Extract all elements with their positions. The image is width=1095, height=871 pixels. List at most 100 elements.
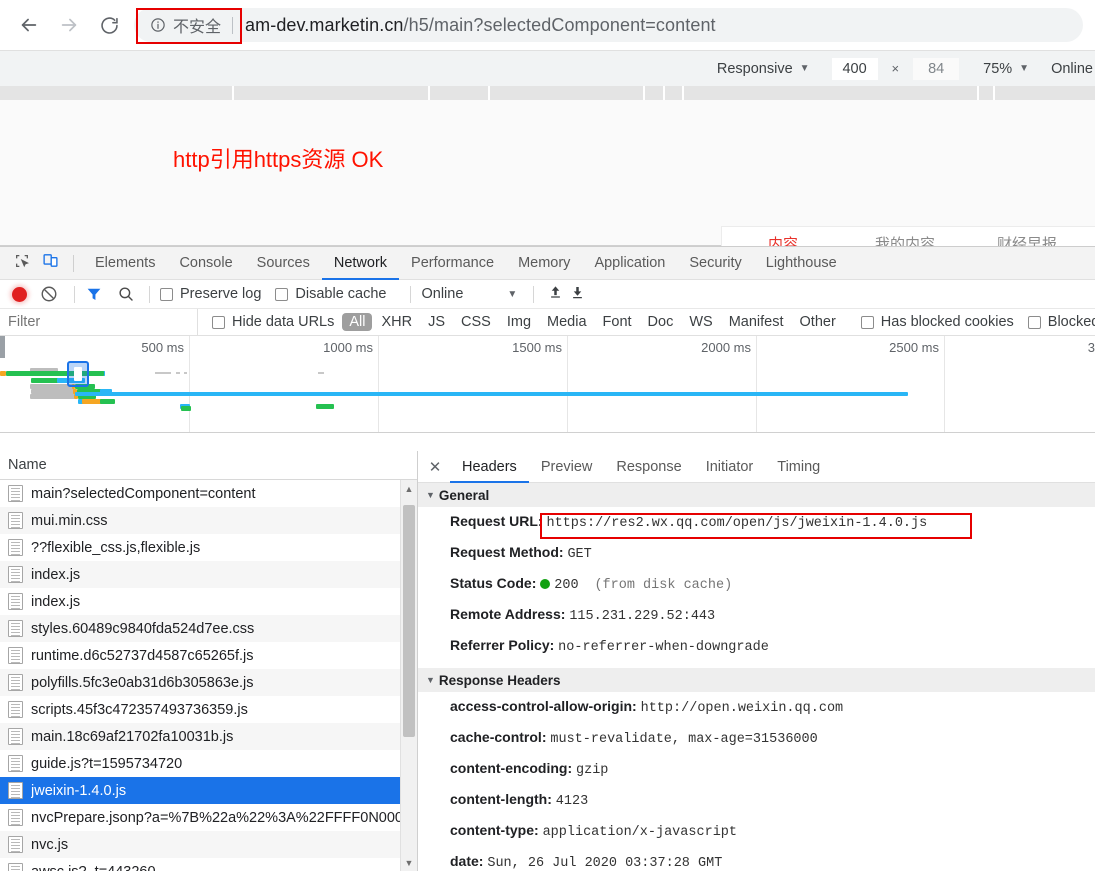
record-button[interactable]	[12, 286, 27, 302]
filter-input[interactable]	[0, 309, 198, 335]
response-header-row: content-encoding: gzip	[450, 760, 609, 778]
throttle-preset-label[interactable]: Online	[421, 286, 463, 302]
site-security-chip[interactable]: 不安全	[134, 8, 232, 42]
ruler-segment	[683, 86, 978, 100]
response-headers-section-header[interactable]: ▼ Response Headers	[418, 668, 1095, 692]
browser-toolbar: 不安全 am-dev.marketin.cn/h5/main?selectedC…	[0, 0, 1095, 50]
tab-performance[interactable]: Performance	[399, 247, 506, 280]
device-network-throttle[interactable]: Online	[1051, 61, 1095, 77]
tab-memory[interactable]: Memory	[506, 247, 582, 280]
type-filter-js[interactable]: JS	[421, 313, 452, 331]
type-filter-manifest[interactable]: Manifest	[722, 313, 791, 331]
table-row[interactable]: nvc.js	[0, 831, 417, 858]
type-filter-all[interactable]: All	[342, 313, 373, 331]
search-button[interactable]	[117, 285, 135, 303]
network-overview-timeline[interactable]: 500 ms 1000 ms 1500 ms 2000 ms 2500 ms 3	[0, 336, 1095, 433]
table-row[interactable]: ??flexible_css.js,flexible.js	[0, 534, 417, 561]
type-filter-media[interactable]: Media	[540, 313, 594, 331]
export-har-button[interactable]	[566, 284, 588, 304]
mobile-tab-my-content[interactable]: 我的内容	[844, 233, 966, 246]
details-tab-response[interactable]: Response	[604, 451, 693, 483]
table-row[interactable]: main?selectedComponent=content	[0, 480, 417, 507]
has-blocked-cookies-checkbox[interactable]: Has blocked cookies	[860, 314, 1014, 330]
tab-security[interactable]: Security	[677, 247, 753, 280]
import-har-button[interactable]	[544, 284, 566, 304]
tab-sources[interactable]: Sources	[245, 247, 322, 280]
scrollbar-thumb[interactable]	[403, 505, 415, 737]
omnibox[interactable]: 不安全 am-dev.marketin.cn/h5/main?selectedC…	[134, 8, 1083, 42]
header-value: Sun, 26 Jul 2020 03:37:28 GMT	[487, 856, 723, 871]
details-tab-headers[interactable]: Headers	[450, 451, 529, 483]
table-row[interactable]: runtime.d6c52737d4587c65265f.js	[0, 642, 417, 669]
toolbar-divider	[149, 285, 150, 303]
table-row[interactable]: scripts.45f3c472357493736359.js	[0, 696, 417, 723]
devtools-panel: Elements Console Sources Network Perform…	[0, 246, 1095, 871]
close-details-button[interactable]: ✕	[424, 456, 446, 478]
table-row[interactable]: guide.js?t=1595734720	[0, 750, 417, 777]
type-filter-other[interactable]: Other	[793, 313, 843, 331]
network-toolbar: Preserve log Disable cache Online ▼	[0, 280, 1095, 309]
type-filter-img[interactable]: Img	[500, 313, 538, 331]
mobile-tab-finance-daily[interactable]: 财经早报	[966, 233, 1088, 246]
document-icon	[8, 512, 23, 529]
header-value: gzip	[576, 763, 609, 778]
table-row[interactable]: mui.min.css	[0, 507, 417, 534]
type-filter-font[interactable]: Font	[596, 313, 639, 331]
disable-cache-checkbox[interactable]: Disable cache	[275, 286, 386, 302]
type-filter-ws[interactable]: WS	[682, 313, 719, 331]
general-section-header[interactable]: ▼ General	[418, 483, 1095, 507]
chevron-down-icon: ▼	[799, 63, 810, 74]
document-icon	[8, 647, 23, 664]
table-row[interactable]: index.js	[0, 561, 417, 588]
reload-button[interactable]	[92, 8, 126, 42]
scroll-down-arrow-icon[interactable]: ▼	[401, 854, 417, 871]
zoom-selector[interactable]: 75% ▼	[983, 61, 1029, 77]
security-label: 不安全	[173, 19, 222, 36]
table-row[interactable]: nvcPrepare.jsonp?a=%7B%22a%22%3A%22FFFF0…	[0, 804, 417, 831]
tab-network[interactable]: Network	[322, 247, 399, 280]
request-list-header[interactable]: Name	[0, 451, 417, 480]
hide-data-urls-checkbox[interactable]: Hide data URLs	[212, 314, 334, 330]
device-toolbar-button[interactable]	[36, 249, 64, 277]
details-tab-preview[interactable]: Preview	[529, 451, 605, 483]
mobile-tab-content[interactable]: 内容	[722, 233, 844, 246]
tab-application[interactable]: Application	[582, 247, 677, 280]
overview-selection-handle[interactable]	[67, 361, 89, 387]
table-row[interactable]: polyfills.5fc3e0ab31d6b305863e.js	[0, 669, 417, 696]
tab-elements[interactable]: Elements	[83, 247, 167, 280]
tab-console[interactable]: Console	[167, 247, 244, 280]
viewport-height-input[interactable]: 84	[913, 57, 960, 80]
table-row[interactable]: awsc.js?_t=443260	[0, 858, 417, 871]
tab-lighthouse[interactable]: Lighthouse	[754, 247, 849, 280]
details-tab-initiator[interactable]: Initiator	[694, 451, 766, 483]
inspect-element-button[interactable]	[8, 249, 36, 277]
disable-cache-label: Disable cache	[295, 286, 387, 302]
clear-button[interactable]	[40, 285, 58, 303]
url-display[interactable]: am-dev.marketin.cn/h5/main?selectedCompo…	[233, 15, 716, 36]
type-filter-css[interactable]: CSS	[454, 313, 498, 331]
status-code-note: (from disk cache)	[594, 578, 733, 593]
request-url-value[interactable]: https://res2.wx.qq.com/open/js/jweixin-1…	[546, 516, 927, 531]
type-filter-xhr[interactable]: XHR	[374, 313, 419, 331]
details-tab-timing[interactable]: Timing	[765, 451, 832, 483]
table-row[interactable]: styles.60489c9840fda524d7ee.css	[0, 615, 417, 642]
scroll-up-arrow-icon[interactable]: ▲	[401, 480, 417, 497]
forward-button[interactable]	[52, 8, 86, 42]
mobile-tab-strip: 内容 我的内容 财经早报	[722, 227, 1095, 246]
request-name: index.js	[31, 566, 81, 583]
device-preset-selector[interactable]: Responsive ▼	[717, 61, 810, 77]
blocked-requests-checkbox[interactable]: Blocked Re	[1027, 314, 1095, 330]
preserve-log-checkbox[interactable]: Preserve log	[160, 286, 261, 302]
request-name: guide.js?t=1595734720	[31, 755, 183, 772]
table-row[interactable]: index.js	[0, 588, 417, 615]
status-badge	[540, 579, 551, 589]
remote-address-key: Remote Address	[450, 606, 561, 622]
type-filter-doc[interactable]: Doc	[641, 313, 681, 331]
table-row[interactable]: main.18c69af21702fa10031b.js	[0, 723, 417, 750]
viewport-width-input[interactable]: 400	[831, 57, 878, 80]
request-list-scrollbar[interactable]: ▲ ▼	[400, 480, 417, 871]
chevron-down-icon[interactable]: ▼	[507, 289, 517, 300]
filter-button[interactable]	[85, 285, 103, 303]
table-row-selected[interactable]: jweixin-1.4.0.js	[0, 777, 417, 804]
back-button[interactable]	[12, 8, 46, 42]
